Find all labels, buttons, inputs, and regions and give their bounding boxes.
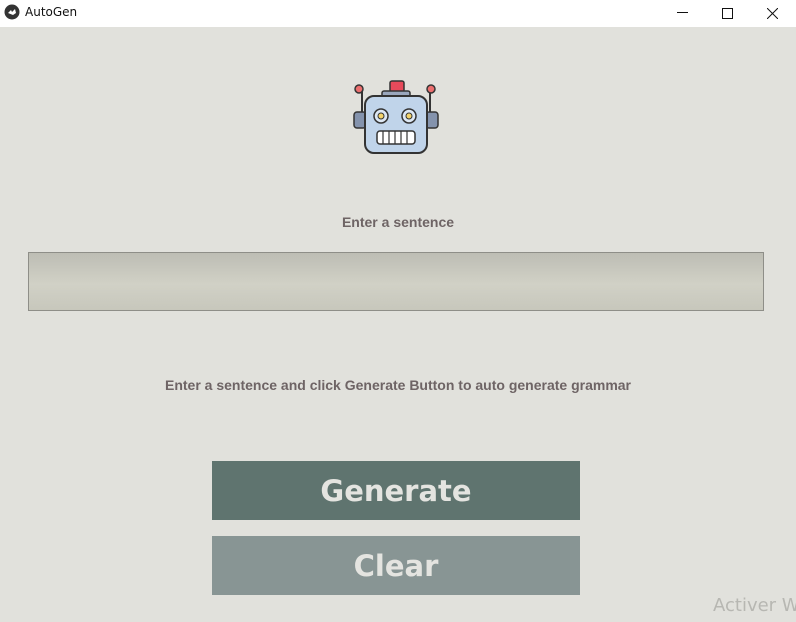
close-icon	[767, 8, 778, 19]
sentence-input[interactable]	[28, 252, 764, 311]
window-title: AutoGen	[25, 5, 78, 19]
maximize-icon	[722, 8, 733, 19]
kivy-logo-icon	[4, 4, 20, 20]
sentence-prompt-label: Enter a sentence	[341, 214, 455, 230]
instruction-text: Enter a sentence and click Generate Butt…	[164, 377, 632, 393]
maximize-button[interactable]	[705, 0, 750, 27]
robot-icon	[353, 80, 439, 154]
clear-button[interactable]: Clear	[212, 536, 580, 595]
title-bar: AutoGen	[0, 0, 796, 27]
minimize-button[interactable]	[660, 0, 705, 27]
close-button[interactable]	[750, 0, 795, 27]
minimize-icon	[677, 12, 688, 13]
activation-watermark: Activer W	[713, 595, 796, 616]
generate-button[interactable]: Generate	[212, 461, 580, 520]
